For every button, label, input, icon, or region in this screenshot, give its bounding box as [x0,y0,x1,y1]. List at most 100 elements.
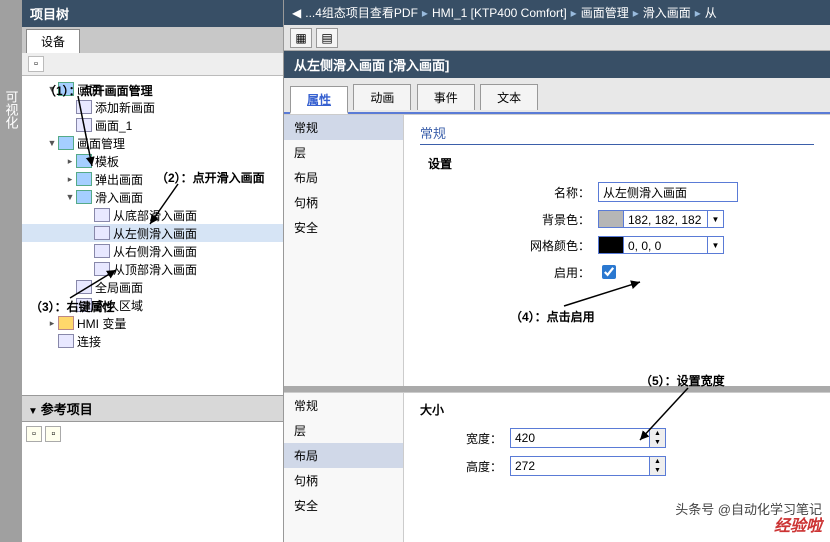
label-enable: 启用： [428,264,598,281]
bc-item[interactable]: 滑入画面 [643,4,691,21]
folder-icon [58,82,74,96]
folder-icon [58,136,74,150]
label-height: 高度： [420,458,510,475]
toolbar-button[interactable]: ▦ [290,28,312,48]
project-tree-title: 项目树 [22,0,283,27]
screen-icon [76,280,92,294]
gridcolor-dropdown[interactable]: ▼ [708,236,724,254]
cat-security[interactable]: 安全 [284,493,403,518]
category-list-2: 常规 层 布局 句柄 安全 [284,393,404,542]
cat-layout[interactable]: 布局 [284,443,403,468]
section-general: 常规 [420,123,814,145]
tab-text[interactable]: 文本 [480,84,538,110]
folder-icon [76,190,92,204]
input-name[interactable] [598,182,738,202]
tab-animation[interactable]: 动画 [353,84,411,110]
tree-row-global[interactable]: 全局画面 [22,278,283,296]
toolbar-icon[interactable]: ▫ [28,56,44,72]
form-layout: 大小 宽度： ▲▼ 高度： ▲▼ [404,393,830,542]
tree-row-perm[interactable]: 永久区域 [22,296,283,314]
screen-icon [94,244,110,258]
cat-general[interactable]: 常规 [284,393,403,418]
tree-row-templates[interactable]: ▸模板 [22,152,283,170]
cat-layer[interactable]: 层 [284,140,403,165]
ref-icon[interactable]: ▫ [45,426,61,442]
tree-row-screens[interactable]: ▼画面 [22,80,283,98]
tree-row-slide-right[interactable]: 从右侧滑入画面 [22,242,283,260]
project-tree[interactable]: ▼画面 添加新画面 画面_1 ▼画面管理 ▸模板 ▸弹出画面 ▼滑入画面 从底部… [22,76,283,395]
reference-project-header[interactable]: ▼ 参考项目 [22,395,283,422]
tree-toolbar: ▫ [22,53,283,76]
spin-down-icon[interactable]: ▼ [650,438,665,447]
tree-row-screen1[interactable]: 画面_1 [22,116,283,134]
editor-title: 从左侧滑入画面 [滑入画面] [284,51,830,78]
tree-row-add-screen[interactable]: 添加新画面 [22,98,283,116]
spin-up-icon[interactable]: ▲ [650,429,665,438]
cat-handle[interactable]: 句柄 [284,468,403,493]
tree-row-hmi-tags[interactable]: ▸HMI 变量 [22,314,283,332]
screen-icon [94,226,110,240]
label-width: 宽度： [420,430,510,447]
label-gridcolor: 网格颜色： [428,237,598,254]
spin-down-icon[interactable]: ▼ [650,466,665,475]
folder-icon [76,154,92,168]
gridcolor-value[interactable]: 0, 0, 0 [624,236,708,254]
left-rail-label: 可视化 [2,90,21,129]
tree-row-slide-top[interactable]: 从顶部滑入画面 [22,260,283,278]
tree-row-popup[interactable]: ▸弹出画面 [22,170,283,188]
group-size: 大小 [420,401,814,418]
breadcrumb: ◀ ...4组态项目查看PDF▸ HMI_1 [KTP400 Comfort]▸… [284,0,830,25]
spinner-height[interactable]: ▲▼ [510,456,666,476]
tree-row-slide-left[interactable]: 从左侧滑入画面 [22,224,283,242]
screen-icon [94,262,110,276]
bc-nav-left[interactable]: ◀ [292,6,301,20]
property-body-layout: 常规 层 布局 句柄 安全 大小 宽度： ▲▼ 高度： [284,392,830,542]
screen-icon [76,298,92,312]
input-width[interactable] [510,428,650,448]
ref-icon[interactable]: ▫ [26,426,42,442]
toolbar-button[interactable]: ▤ [316,28,338,48]
category-list: 常规 层 布局 句柄 安全 [284,115,404,386]
property-tabs: 属性 动画 事件 文本 [284,78,830,114]
conn-icon [58,334,74,348]
bc-item[interactable]: 画面管理 [581,4,629,21]
label-name: 名称： [428,184,598,201]
cat-security[interactable]: 安全 [284,215,403,240]
tree-row-conn[interactable]: 连接 [22,332,283,350]
spin-up-icon[interactable]: ▲ [650,457,665,466]
editor-panel: ◀ ...4组态项目查看PDF▸ HMI_1 [KTP400 Comfort]▸… [284,0,830,542]
project-tree-panel: 项目树 设备 ▫ ▼画面 添加新画面 画面_1 ▼画面管理 ▸模板 ▸弹出画面 … [22,0,284,542]
reference-project-body: ▫ ▫ [22,422,283,542]
bc-item[interactable]: 从 [705,4,717,21]
bgcolor-value[interactable]: 182, 182, 182 [624,210,708,228]
left-rail: 可视化 [0,0,22,542]
form-general: 常规 设置 名称： 背景色： 182, 182, 182 ▼ 网格颜色： [404,115,830,386]
editor-toolbar: ▦ ▤ [284,25,830,51]
tree-row-slide-bottom[interactable]: 从底部滑入画面 [22,206,283,224]
folder-icon [58,316,74,330]
input-height[interactable] [510,456,650,476]
bgcolor-swatch[interactable] [598,210,624,228]
watermark: 经验啦 [774,512,822,536]
tab-properties[interactable]: 属性 [290,86,348,114]
device-tab[interactable]: 设备 [26,29,80,53]
device-tab-row: 设备 [22,27,283,53]
tree-row-slidein[interactable]: ▼滑入画面 [22,188,283,206]
spinner-width[interactable]: ▲▼ [510,428,666,448]
screen-icon [94,208,110,222]
gridcolor-swatch[interactable] [598,236,624,254]
group-settings: 设置 [428,155,814,172]
cat-layout[interactable]: 布局 [284,165,403,190]
tree-row-screen-mgmt[interactable]: ▼画面管理 [22,134,283,152]
cat-handle[interactable]: 句柄 [284,190,403,215]
cat-general[interactable]: 常规 [284,115,403,140]
cat-layer[interactable]: 层 [284,418,403,443]
bgcolor-dropdown[interactable]: ▼ [708,210,724,228]
screen-icon [76,118,92,132]
folder-icon [76,172,92,186]
add-icon [76,100,92,114]
checkbox-enable[interactable] [602,265,616,279]
bc-item[interactable]: ...4组态项目查看PDF [305,4,418,21]
tab-events[interactable]: 事件 [417,84,475,110]
bc-item[interactable]: HMI_1 [KTP400 Comfort] [432,6,567,20]
